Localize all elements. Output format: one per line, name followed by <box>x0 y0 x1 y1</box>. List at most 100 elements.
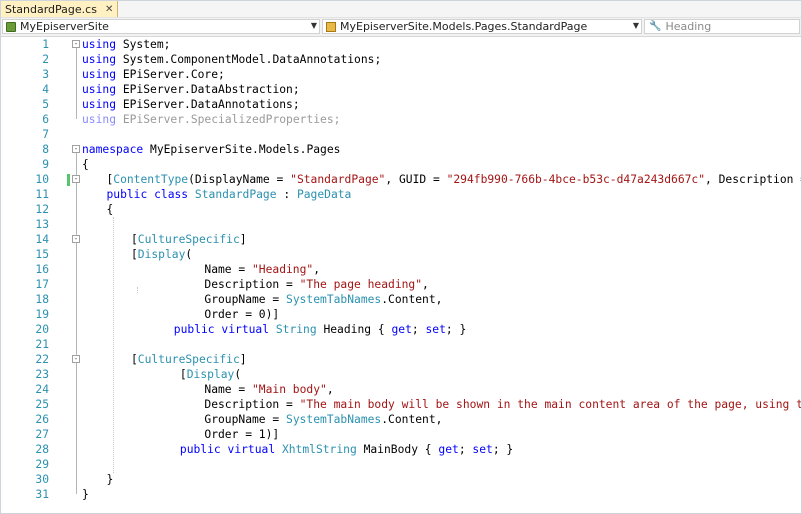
code-line[interactable]: 9{ <box>1 157 801 172</box>
code-line[interactable]: 6 using EPiServer.SpecializedProperties; <box>1 112 801 127</box>
project-dropdown[interactable]: MyEpiserverSite ▼ <box>2 19 320 34</box>
line-number: 18 <box>35 293 49 306</box>
code-line[interactable]: 7 <box>1 127 801 142</box>
code-line[interactable]: 20 public virtual String Heading { get; s… <box>1 322 801 337</box>
code-text: [Display( <box>179 368 242 381</box>
type-dropdown[interactable]: MyEpiserverSite.Models.Pages.StandardPag… <box>322 19 642 34</box>
change-marker <box>67 174 70 186</box>
line-number: 3 <box>42 68 49 81</box>
code-line[interactable]: 12 { <box>1 202 801 217</box>
code-text: public class StandardPage : PageData <box>106 188 352 201</box>
line-number: 23 <box>35 368 49 381</box>
line-number: 16 <box>35 263 49 276</box>
line-number: 7 <box>42 128 49 141</box>
code-line[interactable]: 25 Description = "The main body will be s… <box>1 397 801 412</box>
code-line[interactable]: 19 Order = 0)] <box>1 307 801 322</box>
navigation-bar: MyEpiserverSite ▼ MyEpiserverSite.Models… <box>1 18 801 37</box>
code-editor-window: StandardPage.cs ✕ MyEpiserverSite ▼ MyEp… <box>0 0 802 514</box>
code-text: public virtual XhtmlString MainBody { ge… <box>179 443 514 456</box>
code-text: using System.ComponentModel.DataAnnotati… <box>82 53 382 66</box>
line-number: 9 <box>42 158 49 171</box>
code-line[interactable]: 15 [Display( <box>1 247 801 262</box>
class-icon <box>326 21 336 32</box>
code-line[interactable]: 24 Name = "Main body", <box>1 382 801 397</box>
line-number: 15 <box>35 248 49 261</box>
line-number: 31 <box>35 488 49 501</box>
code-text: { <box>82 158 89 171</box>
line-number: 4 <box>42 83 49 96</box>
line-number: 6 <box>42 113 49 126</box>
chevron-down-icon: ▼ <box>310 21 317 30</box>
code-text: Description = "The page heading", <box>204 278 429 291</box>
code-line[interactable]: 16 Name = "Heading", <box>1 262 801 277</box>
line-number: 11 <box>35 188 49 201</box>
line-number: 29 <box>35 458 49 471</box>
code-line[interactable]: 23 [Display( <box>1 367 801 382</box>
line-number: 17 <box>35 278 49 291</box>
wrench-icon: 🔧 <box>649 20 662 32</box>
code-line[interactable]: 28 public virtual XhtmlString MainBody { … <box>1 442 801 457</box>
line-number: 27 <box>35 428 49 441</box>
code-line[interactable]: 1 - using System; <box>1 37 801 52</box>
code-line[interactable]: 29 <box>1 457 801 472</box>
code-text: namespace MyEpiserverSite.Models.Pages <box>82 143 341 156</box>
line-number: 1 <box>42 38 49 51</box>
code-line[interactable]: 17 Description = "The page heading", <box>1 277 801 292</box>
line-number: 19 <box>35 308 49 321</box>
code-editor[interactable]: 1- using System; 2 using System.ComponentMo… <box>1 37 801 513</box>
code-text: { <box>106 203 114 216</box>
tab-title: StandardPage.cs <box>5 2 97 16</box>
member-label: Heading <box>665 20 712 33</box>
code-line[interactable]: 10 - [ContentType(DisplayName = "StandardP… <box>1 172 801 187</box>
code-line[interactable]: 8 - namespace MyEpiserverSite.Models.Pages <box>1 142 801 157</box>
line-number: 22 <box>35 353 49 366</box>
collapse-icon[interactable]: - <box>72 175 80 183</box>
code-text: Name = "Heading", <box>204 263 321 276</box>
collapse-icon[interactable]: - <box>72 355 80 363</box>
close-icon[interactable]: ✕ <box>105 4 113 15</box>
code-text: using System; <box>82 38 171 51</box>
code-line[interactable]: 21 <box>1 337 801 352</box>
code-line[interactable]: 5 using EPiServer.DataAnnotations; <box>1 97 801 112</box>
line-number: 2 <box>42 53 49 66</box>
project-label: MyEpiserverSite <box>20 20 109 33</box>
code-line[interactable]: 30} <box>1 472 801 487</box>
code-text: } <box>106 473 114 486</box>
code-text: using EPiServer.DataAnnotations; <box>82 98 300 111</box>
code-line[interactable]: 2 using System.ComponentModel.DataAnnotat… <box>1 52 801 67</box>
collapse-icon[interactable]: - <box>72 145 80 153</box>
member-dropdown[interactable]: 🔧 Heading <box>644 19 800 34</box>
code-line[interactable]: 27 Order = 1)] <box>1 427 801 442</box>
code-text: [CultureSpecific] <box>130 233 247 246</box>
code-text: GroupName = SystemTabNames.Content, <box>204 293 443 306</box>
type-label: MyEpiserverSite.Models.Pages.StandardPag… <box>340 20 588 33</box>
code-line[interactable]: 22 - [CultureSpecific] <box>1 352 801 367</box>
collapse-icon[interactable]: - <box>72 235 80 243</box>
code-text: using EPiServer.DataAbstraction; <box>82 83 300 96</box>
code-line[interactable]: 26 GroupName = SystemTabNames.Content, <box>1 412 801 427</box>
line-number: 28 <box>35 443 49 456</box>
code-line[interactable]: 13 <box>1 217 801 232</box>
code-text: Order = 0)] <box>204 308 280 321</box>
code-line[interactable]: 11 public class StandardPage : PageData <box>1 187 801 202</box>
line-number: 10 <box>35 173 49 186</box>
code-line[interactable]: 4 using EPiServer.DataAbstraction; <box>1 82 801 97</box>
line-number: 8 <box>42 143 49 156</box>
project-icon <box>6 21 16 32</box>
line-number: 26 <box>35 413 49 426</box>
tab-standardpage-cs[interactable]: StandardPage.cs ✕ <box>1 1 119 17</box>
document-tab-bar: StandardPage.cs ✕ <box>1 1 801 18</box>
code-line[interactable]: 14 - [CultureSpecific] <box>1 232 801 247</box>
code-line[interactable]: 31} <box>1 487 801 502</box>
collapse-icon[interactable]: - <box>72 40 80 48</box>
code-text: [Display( <box>130 248 193 261</box>
line-number: 25 <box>35 398 49 411</box>
code-text: Order = 1)] <box>204 428 280 441</box>
code-line[interactable]: 18 GroupName = SystemTabNames.Content, <box>1 292 801 307</box>
line-number: 14 <box>35 233 49 246</box>
line-number: 13 <box>35 218 49 231</box>
code-line[interactable]: 3 using EPiServer.Core; <box>1 67 801 82</box>
code-text: using EPiServer.SpecializedProperties; <box>82 113 341 126</box>
code-text: Name = "Main body", <box>204 383 334 396</box>
code-text: } <box>82 488 89 501</box>
